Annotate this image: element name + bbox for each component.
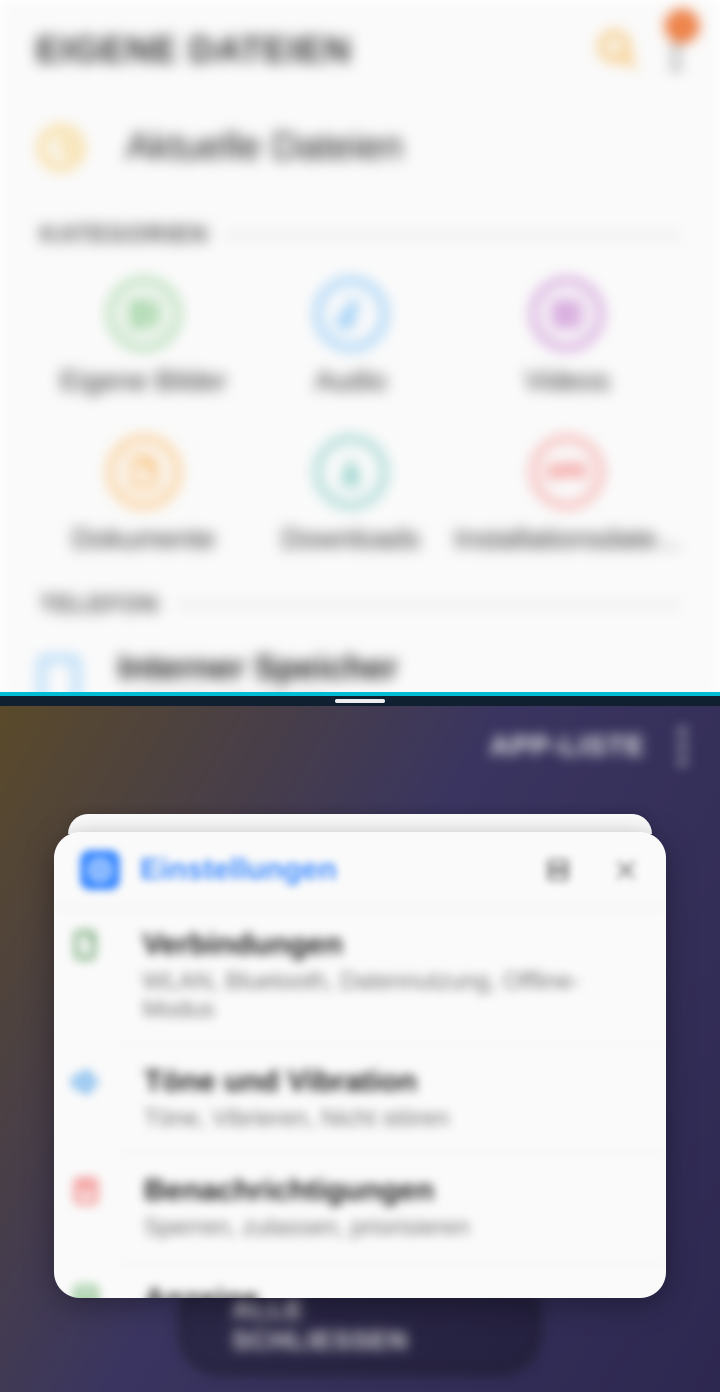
app-header: EIGENE DATEIEN N	[0, 0, 720, 100]
split-screen-handle[interactable]	[0, 692, 720, 706]
audio-icon	[316, 279, 386, 349]
grip-icon	[335, 699, 385, 703]
row-title: Benachrichtigungen	[144, 1174, 470, 1208]
settings-task-card[interactable]: Einstellungen Verbindungen WLAN, Bluetoo…	[54, 832, 666, 1298]
close-icon[interactable]	[612, 856, 640, 884]
card-body: Verbindungen WLAN, Bluetooth, Datennutzu…	[54, 908, 666, 1298]
image-icon	[109, 279, 179, 349]
category-images[interactable]: Eigene Bilder	[40, 279, 247, 397]
settings-row-sounds[interactable]: Töne und Vibration Töne, Vibrieren, Nich…	[118, 1045, 666, 1154]
divider	[226, 234, 680, 236]
recent-files-label: Aktuelle Dateien	[126, 126, 403, 169]
app-title: EIGENE DATEIEN	[36, 29, 596, 71]
category-documents[interactable]: Dokumente	[40, 437, 247, 555]
clock-icon	[40, 127, 82, 169]
category-videos[interactable]: Videos	[454, 279, 680, 397]
row-title: Anzeige	[144, 1283, 519, 1298]
divider	[177, 604, 680, 606]
category-downloads[interactable]: Downloads	[247, 437, 454, 555]
storage-title: Interner Speicher	[118, 649, 398, 688]
card-title: Einstellungen	[140, 853, 524, 887]
row-title: Töne und Vibration	[144, 1065, 449, 1099]
background-card[interactable]	[68, 814, 652, 834]
recents-panel: APP-LISTE ALLE SCHLIESSEN Einstellungen …	[0, 706, 720, 1392]
category-label: Downloads	[281, 523, 420, 555]
recent-files-row[interactable]: Aktuelle Dateien	[0, 100, 720, 195]
category-label: Videos	[525, 365, 610, 397]
category-label: Installationsdate...	[454, 523, 680, 555]
settings-row-display[interactable]: Anzeige Helligkeit, Blaufilter, Startbil…	[118, 1263, 666, 1298]
category-audio[interactable]: Audio	[247, 279, 454, 397]
connections-icon	[68, 928, 102, 962]
category-label: Audio	[315, 365, 387, 397]
apk-icon: APK	[532, 437, 602, 507]
my-files-app: EIGENE DATEIEN N Aktuelle Dateien KATEGO…	[0, 0, 720, 696]
row-subtitle: Sperren, zulassen, priorisieren	[144, 1214, 470, 1242]
categories-grid: Eigene Bilder Audio Videos Dokumente Dow…	[0, 249, 720, 565]
display-icon	[69, 1283, 103, 1298]
recents-header: APP-LISTE	[0, 706, 720, 786]
phone-section-header: TELEFON	[0, 591, 720, 619]
category-apk[interactable]: APK Installationsdate...	[454, 437, 680, 555]
more-options[interactable]	[679, 728, 686, 765]
categories-section-header: KATEGORIEN	[0, 221, 720, 249]
search-icon[interactable]	[596, 28, 640, 72]
row-title: Verbindungen	[143, 928, 640, 962]
category-label: Eigene Bilder	[60, 365, 227, 397]
phone-section-label: TELEFON	[40, 591, 159, 619]
video-icon	[532, 279, 602, 349]
row-subtitle: Töne, Vibrieren, Nicht stören	[144, 1105, 449, 1133]
download-icon	[316, 437, 386, 507]
settings-app-icon[interactable]	[80, 850, 120, 890]
row-subtitle: WLAN, Bluetooth, Datennutzung, Offline-M…	[143, 968, 640, 1024]
settings-row-connections[interactable]: Verbindungen WLAN, Bluetooth, Datennutzu…	[118, 908, 666, 1045]
notifications-icon	[69, 1174, 103, 1208]
app-list-button[interactable]: APP-LISTE	[490, 730, 645, 762]
category-label: Dokumente	[72, 523, 215, 555]
overflow-menu[interactable]: N	[668, 26, 684, 74]
card-header: Einstellungen	[54, 832, 666, 908]
settings-row-notifications[interactable]: Benachrichtigungen Sperren, zulassen, pr…	[118, 1154, 666, 1263]
split-layout-icon[interactable]	[544, 856, 572, 884]
categories-label: KATEGORIEN	[40, 221, 208, 249]
notification-badge: N	[666, 10, 698, 42]
sound-icon	[69, 1065, 103, 1099]
document-icon	[109, 437, 179, 507]
